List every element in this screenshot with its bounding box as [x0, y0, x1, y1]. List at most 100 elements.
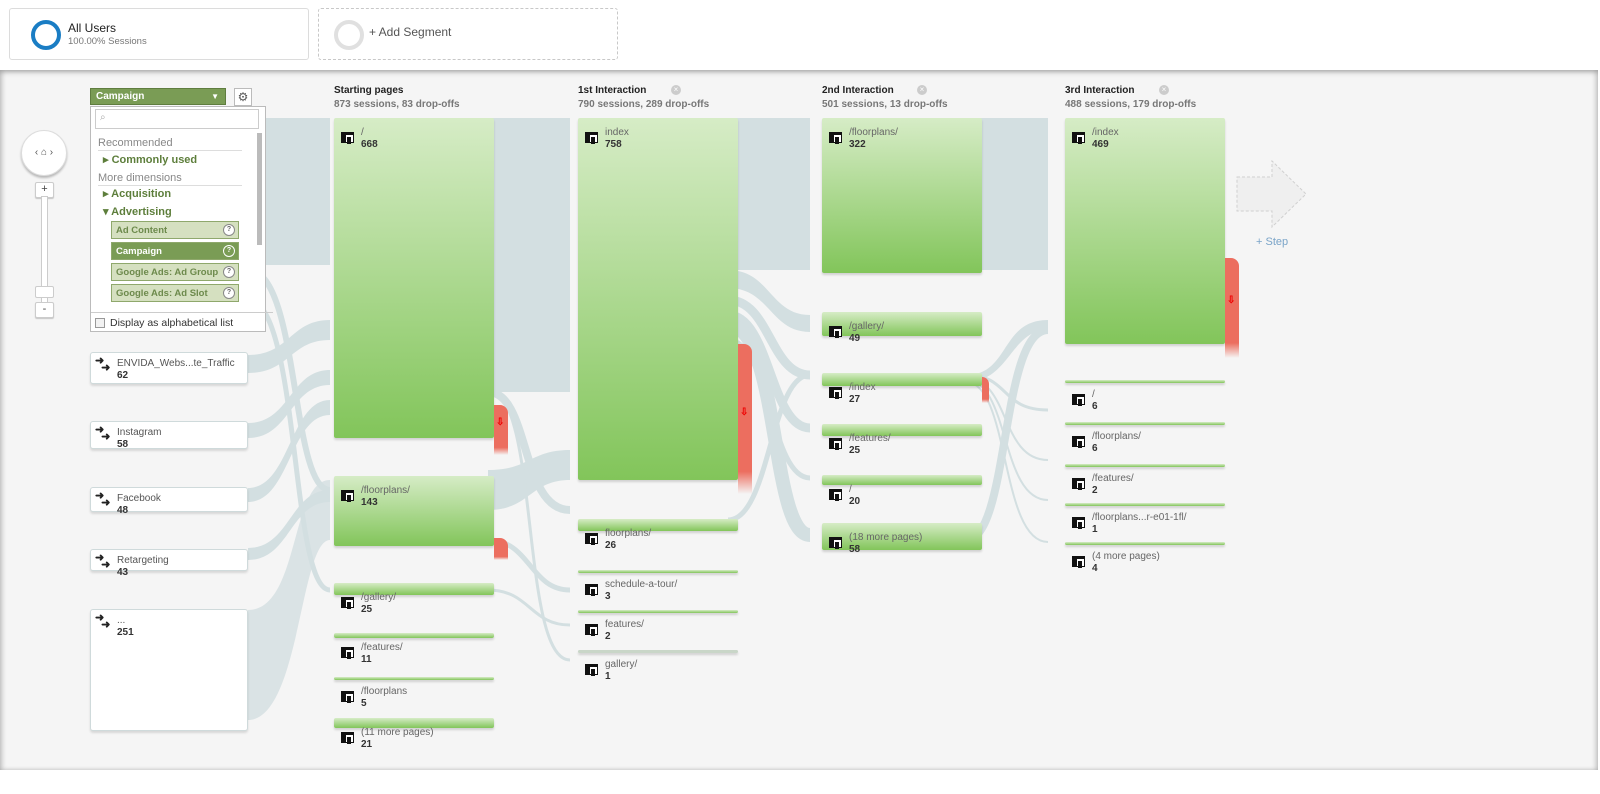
page-icon [341, 647, 354, 658]
alphabetical-checkbox[interactable] [95, 318, 105, 329]
dropoff-indicator[interactable]: ⇩ [738, 344, 752, 494]
add-step-button[interactable]: + Step [1236, 159, 1308, 248]
flow-canvas[interactable]: ‹ ⌂ › + - ➜ ➜ ENVIDA_Webs...te_Traffic 6… [0, 70, 1598, 770]
page-icon [585, 664, 598, 675]
option-ad-group[interactable]: Google Ads: Ad Group? [111, 263, 239, 281]
dimension-dropdown: ⌕ Recommended ▸ Commonly used More dimen… [90, 106, 273, 332]
source-value: 58 [117, 439, 129, 450]
column-title: 2nd Interaction [822, 85, 894, 96]
dropoff-indicator[interactable] [982, 377, 989, 403]
dropoff-indicator[interactable] [494, 538, 508, 560]
alphabetical-label: Display as alphabetical list [110, 317, 234, 329]
node-name: /index [849, 382, 876, 393]
node-name: (18 more pages) [849, 532, 923, 543]
dimension-select[interactable]: Campaign ▼ [90, 88, 226, 105]
close-icon[interactable]: × [671, 85, 681, 95]
source-label: Retargeting [117, 555, 169, 566]
option-ad-slot[interactable]: Google Ads: Ad Slot? [111, 284, 239, 302]
help-icon[interactable]: ? [223, 266, 235, 278]
column-subtitle: 873 sessions, 83 drop-offs [334, 99, 460, 110]
node-bar [1065, 118, 1225, 344]
node-name: floorplans/ [605, 528, 652, 539]
node-bar [1065, 380, 1225, 383]
add-segment-button[interactable]: + Add Segment [318, 8, 618, 60]
gear-icon[interactable]: ⚙ [234, 88, 252, 106]
node-name: (11 more pages) [361, 727, 434, 738]
traffic-source-icon: ➜ ➜ [95, 552, 111, 571]
dropoff-indicator[interactable]: ⇩ [494, 405, 508, 455]
group-heading: Recommended [98, 137, 242, 151]
close-icon[interactable]: × [1159, 85, 1169, 95]
help-icon[interactable]: ? [223, 245, 235, 257]
node-name: schedule-a-tour/ [605, 579, 678, 590]
node-bar [1065, 542, 1225, 545]
category-commonly-used[interactable]: ▸ Commonly used [103, 153, 197, 166]
category-acquisition[interactable]: ▸ Acquisition [103, 187, 171, 200]
node-count: 143 [361, 497, 378, 508]
node-count: 3 [605, 591, 611, 602]
node-count: 26 [605, 540, 617, 551]
alphabetical-list-toggle[interactable]: Display as alphabetical list [91, 312, 273, 333]
node-bar [578, 610, 738, 613]
node-name: / [361, 127, 364, 138]
zoom-slider-handle[interactable] [35, 286, 54, 298]
node-count: 2 [605, 631, 611, 642]
zoom-out-button[interactable]: - [35, 302, 54, 318]
page-icon [1072, 132, 1085, 143]
source-value: 251 [117, 627, 134, 638]
node-bar [822, 475, 982, 485]
page-icon [341, 732, 354, 743]
column-header-starting-pages: Starting pages 873 sessions, 83 drop-off… [334, 85, 460, 110]
dimension-search-input[interactable]: ⌕ [95, 109, 259, 129]
node-bar [822, 424, 982, 436]
source-node[interactable]: ➜ ➜ ENVIDA_Webs...te_Traffic 62 [90, 352, 248, 384]
page-icon [341, 597, 354, 608]
home-icon[interactable]: ⌂ [41, 147, 47, 158]
node-count: 25 [849, 445, 861, 456]
node-bar [1065, 464, 1225, 467]
page-icon [1072, 394, 1085, 405]
source-node[interactable]: ➜ ➜ Facebook 48 [90, 487, 248, 516]
page-icon [341, 490, 354, 501]
source-node[interactable]: ➜ ➜ Retargeting 43 [90, 549, 248, 578]
node-bar [1065, 503, 1225, 506]
node-count: 21 [361, 739, 373, 750]
option-campaign[interactable]: Campaign? [111, 242, 239, 260]
page-icon [829, 438, 842, 449]
traffic-source-icon: ➜ ➜ [95, 424, 111, 443]
dropdown-scrollbar[interactable] [257, 133, 262, 245]
node-name: / [849, 484, 852, 495]
node-name: /gallery/ [361, 592, 397, 603]
segment-title: All Users [68, 21, 117, 35]
page-icon [1072, 478, 1085, 489]
option-ad-content[interactable]: Ad Content? [111, 221, 239, 239]
node-bar [334, 118, 494, 438]
column-title: 1st Interaction [578, 85, 647, 96]
add-step-label: + Step [1256, 236, 1289, 248]
source-node[interactable]: ➜ ➜ Instagram 58 [90, 421, 248, 450]
option-label: Google Ads: Ad Slot [116, 288, 208, 299]
page-icon [585, 624, 598, 635]
page-icon [829, 489, 842, 500]
drop-arrow-icon: ⇩ [740, 407, 749, 418]
segment-bar: All Users 100.00% Sessions + Add Segment [0, 0, 1600, 70]
add-segment-label: + Add Segment [369, 25, 452, 39]
source-label: Facebook [117, 493, 161, 504]
node-count: 27 [849, 394, 861, 405]
node-count: 758 [605, 139, 622, 150]
close-icon[interactable]: × [917, 85, 927, 95]
node-count: 2 [1092, 485, 1098, 496]
flow-link [728, 118, 810, 270]
source-node[interactable]: ➜ ➜ ... 251 [90, 609, 248, 731]
segment-all-users[interactable]: All Users 100.00% Sessions [9, 8, 309, 60]
source-label: ENVIDA_Webs...te_Traffic [117, 358, 235, 369]
help-icon[interactable]: ? [223, 287, 235, 299]
option-label: Ad Content [116, 225, 168, 236]
pan-home-control[interactable]: ‹ ⌂ › [21, 130, 67, 176]
help-icon[interactable]: ? [223, 224, 235, 236]
category-advertising[interactable]: ▾ Advertising [103, 205, 172, 218]
page-icon [585, 584, 598, 595]
page-icon [585, 132, 598, 143]
dropoff-indicator[interactable]: ⇩ [1225, 258, 1239, 358]
node-name: /floorplans/ [361, 485, 410, 496]
